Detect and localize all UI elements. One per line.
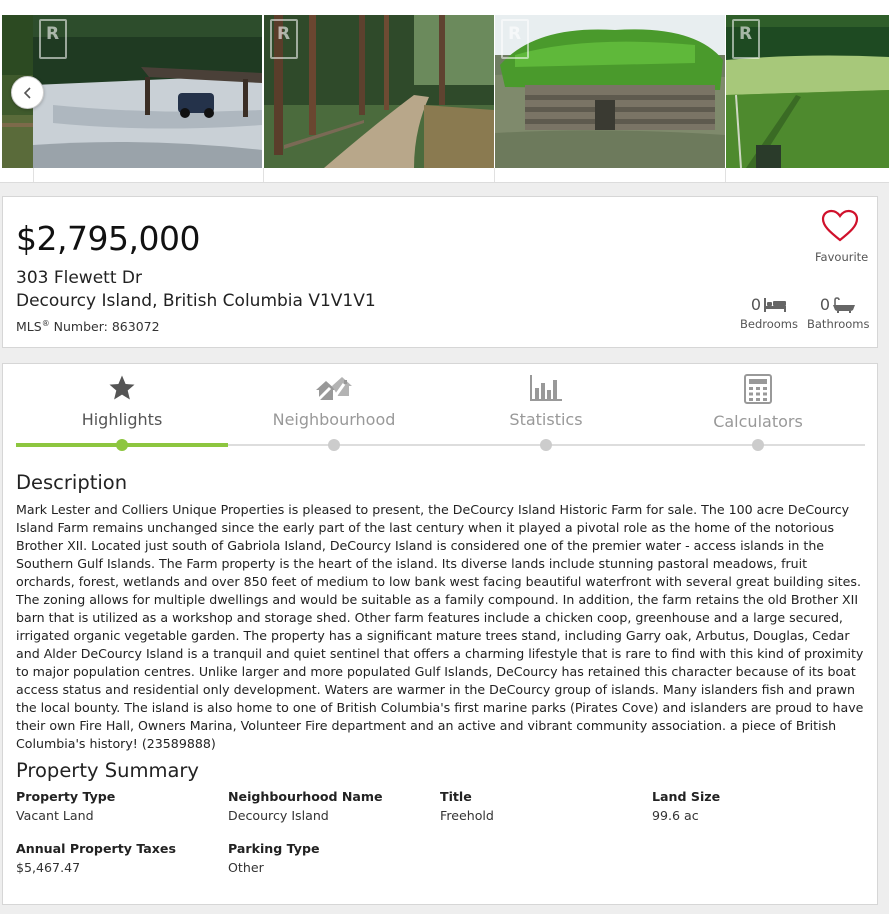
favourite-button[interactable]: Favourite [815, 209, 869, 264]
tab-highlights[interactable]: Highlights [16, 374, 228, 429]
tab-calculators[interactable]: Calculators [652, 374, 864, 431]
listing-header-card: $2,795,000 303 Flewett Dr Decourcy Islan… [2, 196, 878, 348]
bathrooms-stat: 0 Bathrooms [807, 295, 869, 331]
neighbourhood-icon [316, 377, 352, 402]
description-text: Mark Lester and Colliers Unique Properti… [16, 502, 864, 751]
tab-neighbourhood-label: Neighbourhood [272, 410, 396, 429]
bedrooms-count: 0 [750, 295, 762, 314]
summary-annual-property-taxes: Annual Property Taxes $5,467.47 [16, 841, 176, 875]
gallery-photo-sod-roof-cabin[interactable] [495, 15, 725, 168]
tab-dot-statistics[interactable] [540, 439, 552, 451]
bedrooms-stat: 0 Bedrooms [739, 295, 799, 331]
tab-neighbourhood[interactable]: Neighbourhood [228, 374, 440, 429]
tab-statistics[interactable]: Statistics [440, 374, 652, 429]
bed-icon [764, 297, 787, 312]
summary-title: Title Freehold [440, 789, 494, 823]
listing-price: $2,795,000 [16, 219, 200, 258]
chevron-left-icon [23, 86, 31, 99]
bathtub-icon [833, 296, 856, 313]
gallery-photo-shed[interactable] [33, 15, 262, 168]
listing-details-card: Highlights Neighbourhood Statistics Calc… [2, 363, 878, 905]
tab-dot-highlights[interactable] [116, 439, 128, 451]
tab-dot-neighbourhood[interactable] [328, 439, 340, 451]
gallery-photo-garden-field[interactable] [726, 15, 889, 168]
summary-property-type: Property Type Vacant Land [16, 789, 116, 823]
calculator-icon [744, 374, 772, 404]
address-line-2: Decourcy Island, British Columbia V1V1V1 [16, 291, 376, 311]
bathrooms-label: Bathrooms [807, 317, 870, 331]
summary-parking-type: Parking Type Other [228, 841, 320, 875]
heart-icon [821, 209, 859, 242]
address-line-1: 303 Flewett Dr [16, 268, 142, 288]
summary-land-size: Land Size 99.6 ac [652, 789, 721, 823]
bedrooms-label: Bedrooms [739, 317, 798, 331]
mls-number: MLS® Number: 863072 [16, 319, 160, 334]
star-icon [109, 375, 135, 400]
favourite-label: Favourite [815, 250, 869, 264]
photo-gallery [0, 0, 889, 183]
bar-chart-icon [530, 375, 562, 401]
gallery-prev-button[interactable] [11, 76, 44, 109]
tab-highlights-label: Highlights [81, 410, 163, 429]
tab-calculators-label: Calculators [713, 412, 803, 431]
description-heading: Description [16, 471, 128, 494]
tab-dot-calculators[interactable] [752, 439, 764, 451]
summary-neighbourhood-name: Neighbourhood Name Decourcy Island [228, 789, 383, 823]
property-summary-heading: Property Summary [16, 759, 199, 782]
bathrooms-count: 0 [819, 295, 831, 314]
gallery-photo-forest-road[interactable] [264, 15, 494, 168]
tab-statistics-label: Statistics [509, 410, 583, 429]
